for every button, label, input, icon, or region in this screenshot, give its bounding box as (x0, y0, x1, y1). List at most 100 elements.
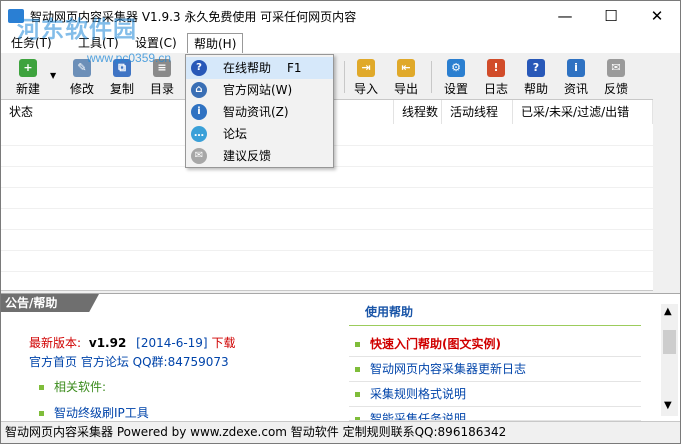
menu-item-label: 智动资讯(Z) (223, 105, 289, 119)
grid-row-line (1, 187, 653, 188)
note-icon: ✉ (191, 148, 207, 164)
chat-bubble-icon: … (191, 126, 207, 142)
help-label: 帮助 (523, 82, 548, 96)
copy-label: 复制 (109, 82, 134, 96)
grid-row-line (1, 271, 653, 272)
menu-item-news[interactable]: i 智动资讯(Z) (186, 101, 333, 123)
related-software-label: 相关软件: (54, 380, 107, 394)
help-link-label[interactable]: 采集规则格式说明 (370, 387, 466, 401)
column-header-progress[interactable]: 已采/未采/过滤/出错 (513, 100, 653, 124)
copy-icon: ⧉ (113, 59, 131, 77)
toolbar-separator (431, 61, 432, 93)
bullet-icon (355, 342, 360, 347)
help-button[interactable]: ? 帮助 (517, 59, 555, 97)
column-header-active-threads[interactable]: 活动线程 (442, 100, 513, 124)
log-label: 日志 (483, 82, 508, 96)
official-links-line: 官方首页 官方论坛 QQ群:84759073 (29, 353, 229, 370)
edit-button[interactable]: ✎ 修改 (63, 59, 101, 97)
menu-item-online-help[interactable]: ? 在线帮助 F1 (186, 57, 333, 79)
export-label: 导出 (393, 82, 418, 96)
scroll-up-icon[interactable]: ▲ (664, 306, 672, 317)
help-link-smart-task[interactable]: 智能采集任务说明 (349, 407, 641, 421)
question-circle-icon: ? (191, 60, 207, 76)
official-links[interactable]: 官方首页 官方论坛 QQ群: (29, 355, 168, 369)
related-software-line: 相关软件: (39, 378, 106, 395)
feedback-icon: ✉ (607, 59, 625, 77)
help-icon: ? (527, 59, 545, 77)
menu-tools[interactable]: 工具(T) (78, 34, 119, 51)
feedback-button[interactable]: ✉ 反馈 (597, 59, 635, 97)
menu-item-forum[interactable]: … 论坛 (186, 123, 333, 145)
help-link-label[interactable]: 智能采集任务说明 (370, 412, 466, 420)
import-button[interactable]: ⇥ 导入 (347, 59, 385, 97)
bullet-icon (355, 392, 360, 397)
window-title: 智动网页内容采集器 V1.9.3 永久免费使用 可采任何网页内容 (30, 10, 357, 24)
menu-help[interactable]: 帮助(H) (187, 33, 244, 53)
home-icon: ⌂ (191, 82, 207, 98)
notice-panel: 公告/帮助 最新版本: v1.92 [2014-6-19] 下载 官方首页 官方… (1, 293, 680, 421)
export-icon: ⇤ (397, 59, 415, 77)
settings-button[interactable]: ⚙ 设置 (437, 59, 475, 97)
help-link-label[interactable]: 智动网页内容采集器更新日志 (370, 362, 526, 376)
app-icon (8, 9, 24, 23)
notice-tab[interactable]: 公告/帮助 (1, 294, 99, 312)
log-icon: ! (487, 59, 505, 77)
menu-item-feedback[interactable]: ✉ 建议反馈 (186, 145, 333, 167)
scroll-thumb[interactable] (663, 330, 676, 354)
toolbar-separator (344, 61, 345, 93)
menu-bar: 任务(T) 工具(T) 设置(C) 帮助(H) (1, 31, 680, 53)
help-link-changelog[interactable]: 智动网页内容采集器更新日志 (349, 357, 641, 382)
latest-version-label: 最新版本: (29, 336, 82, 350)
download-link[interactable]: 下载 (211, 336, 235, 350)
settings-label: 设置 (443, 82, 468, 96)
copy-button[interactable]: ⧉ 复制 (103, 59, 141, 97)
help-link-quickstart[interactable]: 快速入门帮助(图文实例) (349, 332, 641, 357)
title-bar: 智动网页内容采集器 V1.9.3 永久免费使用 可采任何网页内容 — ☐ ✕ (1, 1, 680, 31)
menu-item-label: 在线帮助 (223, 61, 272, 75)
help-dropdown-menu: ? 在线帮助 F1 ⌂ 官方网站(W) i 智动资讯(Z) … 论坛 ✉ 建议反… (185, 54, 334, 168)
related-software-item[interactable]: 智动终级刷IP工具 (39, 404, 149, 421)
new-button[interactable]: + 新建 (9, 59, 47, 97)
bullet-icon (39, 411, 44, 416)
menu-settings[interactable]: 设置(C) (135, 34, 177, 51)
import-icon: ⇥ (357, 59, 375, 77)
toolbar: + 新建 ▼ ✎ 修改 ⧉ 复制 ≡ 目录 ⇥ 导入 ⇤ 导出 ⚙ 设置 ! 日… (1, 53, 680, 99)
menu-item-label: 建议反馈 (223, 149, 272, 163)
help-link-rule-format[interactable]: 采集规则格式说明 (349, 382, 641, 407)
maximize-button[interactable]: ☐ (588, 1, 634, 31)
bullet-icon (355, 367, 360, 372)
related-software-link[interactable]: 智动终级刷IP工具 (54, 406, 149, 420)
menu-task[interactable]: 任务(T) (11, 34, 52, 51)
info-button[interactable]: i 资讯 (557, 59, 595, 97)
menu-item-shortcut: F1 (287, 61, 302, 75)
grid-row-line (1, 229, 653, 230)
feedback-label: 反馈 (603, 82, 628, 96)
minimize-button[interactable]: — (542, 1, 588, 31)
directory-button[interactable]: ≡ 目录 (143, 59, 181, 97)
info-icon: i (567, 59, 585, 77)
grid-row-line (1, 250, 653, 251)
menu-item-label: 论坛 (223, 127, 248, 141)
status-bar: 智动网页内容采集器 Powered by www.zdexe.com 智动软件 … (1, 421, 680, 443)
folder-list-icon: ≡ (153, 59, 171, 77)
bullet-icon (39, 385, 44, 390)
scroll-down-icon[interactable]: ▼ (664, 400, 672, 411)
directory-label: 目录 (149, 82, 174, 96)
menu-item-official-site[interactable]: ⌂ 官方网站(W) (186, 79, 333, 101)
latest-version-number: v1.92 (88, 336, 127, 350)
column-header-threads[interactable]: 线程数 (394, 100, 442, 124)
settings-icon: ⚙ (447, 59, 465, 77)
menu-item-label: 官方网站(W) (223, 83, 293, 97)
new-icon: + (19, 59, 37, 77)
info-label: 资讯 (563, 82, 588, 96)
close-button[interactable]: ✕ (634, 1, 680, 31)
chevron-down-icon[interactable]: ▼ (50, 71, 56, 80)
help-title: 使用帮助 (349, 302, 641, 326)
help-link-label[interactable]: 快速入门帮助(图文实例) (370, 337, 501, 351)
log-button[interactable]: ! 日志 (477, 59, 515, 97)
latest-version-line: 最新版本: v1.92 [2014-6-19] 下载 (29, 334, 235, 351)
grid-row-line (1, 208, 653, 209)
notice-scrollbar[interactable]: ▲ ▼ (661, 304, 678, 416)
latest-version-date: [2014-6-19] (136, 336, 208, 350)
export-button[interactable]: ⇤ 导出 (387, 59, 425, 97)
